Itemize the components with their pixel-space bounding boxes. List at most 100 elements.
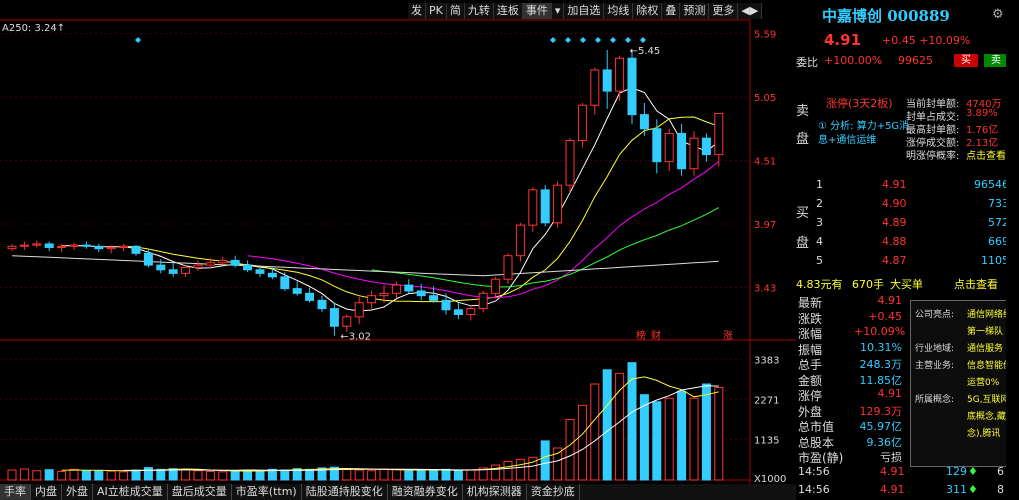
tab-3[interactable]: AI立桩成交量: [93, 484, 168, 500]
buy-level-price[interactable]: 4.89: [882, 216, 907, 229]
analysis-text[interactable]: ① 分析: 算力+5G消: [818, 117, 909, 132]
event-tag: 涨: [723, 330, 733, 342]
volume-bar: [57, 470, 67, 481]
quote-value: 11.85亿: [859, 373, 903, 387]
volume-bar: [94, 470, 104, 481]
quote-key: 涨幅: [798, 327, 823, 341]
event-tag: 财: [651, 329, 661, 342]
event-tag: 榜: [636, 329, 646, 342]
candle-body: [156, 264, 166, 271]
buy-button[interactable]: 买: [954, 54, 978, 67]
toolbar-item-7[interactable]: 加自选: [564, 3, 605, 19]
quote-value: 亏损: [880, 451, 902, 464]
volume-bar: [466, 469, 476, 481]
buy-level-price[interactable]: 4.90: [882, 197, 907, 210]
price-tick-label: 3.97: [754, 220, 776, 231]
toolbar-item-11[interactable]: 预测: [680, 3, 710, 19]
buy-level-volume: 1105: [981, 254, 1009, 267]
toolbar-item-2[interactable]: 简: [447, 3, 465, 19]
candle-body: [677, 132, 687, 170]
toolbar-item-12[interactable]: 更多: [709, 3, 739, 19]
high-price-label: ←5.45: [630, 46, 661, 57]
popup-value: 第一梯队: [967, 327, 1004, 337]
company-info-popup: 公司亮点: 通信网络维 第一梯队 行业地域: 通信服务 主营业务: 信息智能传 运营0% 所属概…: [910, 300, 1019, 467]
candle-body: [143, 252, 153, 266]
tab-6[interactable]: 陆股通持股变化: [302, 484, 388, 500]
analysis-text-2[interactable]: 息+通信运维: [818, 131, 876, 146]
sell-label: 卖: [796, 104, 810, 119]
tab-2[interactable]: 外盘: [62, 484, 93, 500]
trade-time: 14:56: [798, 483, 830, 496]
volume-bar: [590, 383, 600, 481]
tab-5[interactable]: 市盈率(ttm): [232, 484, 302, 500]
buy-level-price[interactable]: 4.87: [882, 254, 907, 267]
price-change: +0.45 +10.09%: [882, 34, 971, 47]
toolbar-item-1[interactable]: PK: [426, 3, 447, 19]
candle-body: [404, 284, 414, 292]
quote-key: 金额: [798, 373, 823, 388]
volume-bar: [379, 468, 389, 481]
kline-chart[interactable]: A250: 3.24↑ 5.59 5.05 4.51 3.97 3.43 3383 2271 1…: [0, 0, 796, 484]
volume-bar: [280, 469, 290, 481]
volume-bar: [243, 469, 253, 481]
gear-icon[interactable]: ⚙: [992, 7, 1004, 22]
big-order-link[interactable]: 点击查看: [954, 276, 998, 292]
volume-bar: [503, 461, 513, 481]
volume-bar: [69, 468, 79, 481]
candle-body: [230, 259, 240, 266]
candle-body: [429, 295, 439, 301]
toolbar-item-4[interactable]: 连板: [494, 3, 523, 19]
buy-level-price[interactable]: 4.88: [882, 235, 907, 248]
tab-8[interactable]: 机构探测器: [463, 484, 527, 500]
volume-bar: [404, 470, 414, 481]
tab-7[interactable]: 融资融券变化: [388, 484, 463, 500]
volume-bar: [565, 419, 575, 481]
big-order-amount: 4.83元有: [796, 278, 843, 291]
volume-bar: [230, 470, 240, 481]
quote-key: 涨停: [798, 389, 823, 403]
volume-bar: [491, 464, 501, 481]
volume-bar: [416, 469, 426, 481]
candle-body: [577, 104, 587, 142]
tab-0[interactable]: 手率: [0, 484, 31, 500]
seal-stat-value: 3.89%: [966, 108, 998, 119]
quote-value: +0.45: [868, 309, 902, 323]
weibi-value: +100.00%: [824, 54, 883, 67]
seal-stat-key: 明涨停概率:: [906, 151, 960, 162]
candle-body: [515, 224, 525, 257]
seal-stat-value[interactable]: 点击查看: [966, 147, 1006, 162]
tab-9[interactable]: 资金抄底: [527, 484, 580, 500]
stock-header: 中嘉博创 000889 4.91 +0.45 +10.09% ⚙: [796, 0, 1019, 52]
toolbar-item-13[interactable]: ◀▶: [738, 3, 763, 19]
quote-value: 4.91: [877, 387, 903, 400]
volume-bar: [143, 467, 153, 481]
candle-body: [243, 264, 253, 271]
volume-bar: [193, 470, 203, 481]
tab-4[interactable]: 盘后成交量: [168, 484, 232, 500]
toolbar-item-0[interactable]: 发: [408, 3, 426, 19]
volume-bar: [19, 468, 29, 481]
tab-1[interactable]: 内盘: [31, 484, 62, 500]
volume-bar: [602, 369, 612, 481]
toolbar-item-10[interactable]: 叠: [662, 3, 681, 19]
candle-body: [565, 140, 575, 186]
toolbar-item-5[interactable]: 事件: [522, 3, 552, 19]
weibi-row: 委比 +100.00% 99625 买 卖: [796, 53, 1019, 69]
candle-body: [119, 245, 129, 248]
volume-bar: [540, 440, 550, 481]
toolbar-item-3[interactable]: 九转: [465, 3, 494, 19]
candle-body: [267, 272, 277, 278]
sell-button[interactable]: 卖: [984, 54, 1008, 67]
quote-value: +10.09%: [854, 325, 906, 338]
buy-level-price[interactable]: 4.91: [882, 178, 907, 191]
toolbar-item-9[interactable]: 除权: [633, 3, 663, 19]
popup-key: 行业地域:: [915, 344, 955, 354]
quote-value: 10.31%: [860, 340, 902, 354]
candle-body: [652, 128, 662, 163]
volume-bar: [367, 470, 377, 481]
toolbar-item-6[interactable]: ▾: [552, 3, 565, 19]
buy-level-index: 2: [816, 197, 823, 210]
candle-body: [367, 295, 377, 304]
toolbar-item-8[interactable]: 均线: [604, 3, 634, 19]
candle-body: [342, 316, 352, 327]
